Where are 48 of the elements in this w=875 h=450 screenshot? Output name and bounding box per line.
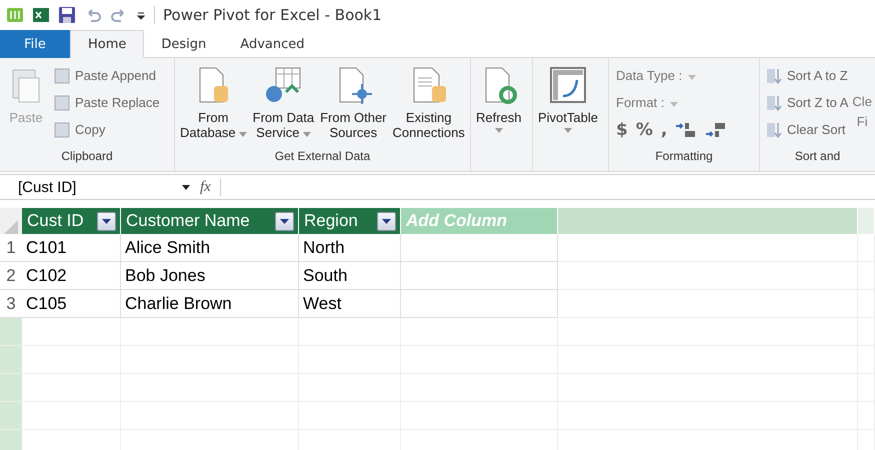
ribbon-button[interactable]: Existing Connections — [390, 62, 467, 149]
row-header — [0, 374, 22, 402]
table-cell: C105 — [22, 290, 121, 318]
ribbon-tab[interactable]: File — [0, 30, 70, 58]
table-cell: C101 — [22, 234, 121, 262]
ribbon-button[interactable]: From Other Sources — [318, 62, 389, 149]
table-cell: Bob Jones — [121, 262, 299, 290]
filter-button[interactable] — [275, 212, 294, 230]
sort-icon — [765, 66, 783, 84]
window-title: Power Pivot for Excel - Book1 — [154, 6, 382, 24]
decrease-decimal-icon — [705, 122, 728, 138]
caret-icon — [280, 218, 289, 224]
ribbon-button[interactable]: Refresh — [474, 62, 524, 149]
save-icon[interactable] — [58, 6, 76, 24]
table-cell: North — [299, 234, 401, 262]
group-label: Get External Data — [274, 149, 370, 163]
ribbon-tab[interactable]: Advanced — [223, 30, 322, 58]
caret-icon — [182, 184, 190, 190]
table-cell: C102 — [22, 262, 121, 290]
row-header — [0, 318, 22, 346]
caret-icon — [670, 102, 678, 106]
row-header — [0, 402, 22, 430]
row-header — [0, 346, 22, 374]
spreadsheet-icon[interactable] — [32, 6, 50, 24]
table-cell: West — [299, 290, 401, 318]
caret-icon — [102, 218, 111, 224]
ribbon-button[interactable]: From Database — [178, 62, 249, 149]
name-box[interactable]: [Cust ID] — [0, 178, 200, 196]
group-label: Clipboard — [61, 149, 113, 163]
group-label: Sort and — [794, 149, 840, 163]
table-cell: Charlie Brown — [121, 290, 299, 318]
sort-icon — [765, 120, 783, 138]
ribbon-button[interactable]: PivotTable — [536, 62, 600, 149]
caret-icon — [382, 218, 391, 224]
function-label: fx — [200, 178, 221, 196]
caret-icon — [688, 74, 696, 80]
ribbon-button[interactable]: From Data Service — [250, 62, 316, 149]
row-header — [0, 430, 22, 450]
table-cell: Alice Smith — [121, 234, 299, 262]
group-label: Formatting — [655, 149, 713, 163]
sort-icon — [765, 94, 783, 112]
filter-button[interactable] — [97, 212, 116, 230]
increase-decimal-icon — [675, 122, 698, 138]
table-cell: South — [299, 262, 401, 290]
app-icon — [6, 6, 24, 24]
ribbon-tab[interactable]: Home — [70, 30, 144, 58]
filter-button[interactable] — [377, 212, 396, 230]
ribbon-tab[interactable]: Design — [144, 30, 224, 58]
